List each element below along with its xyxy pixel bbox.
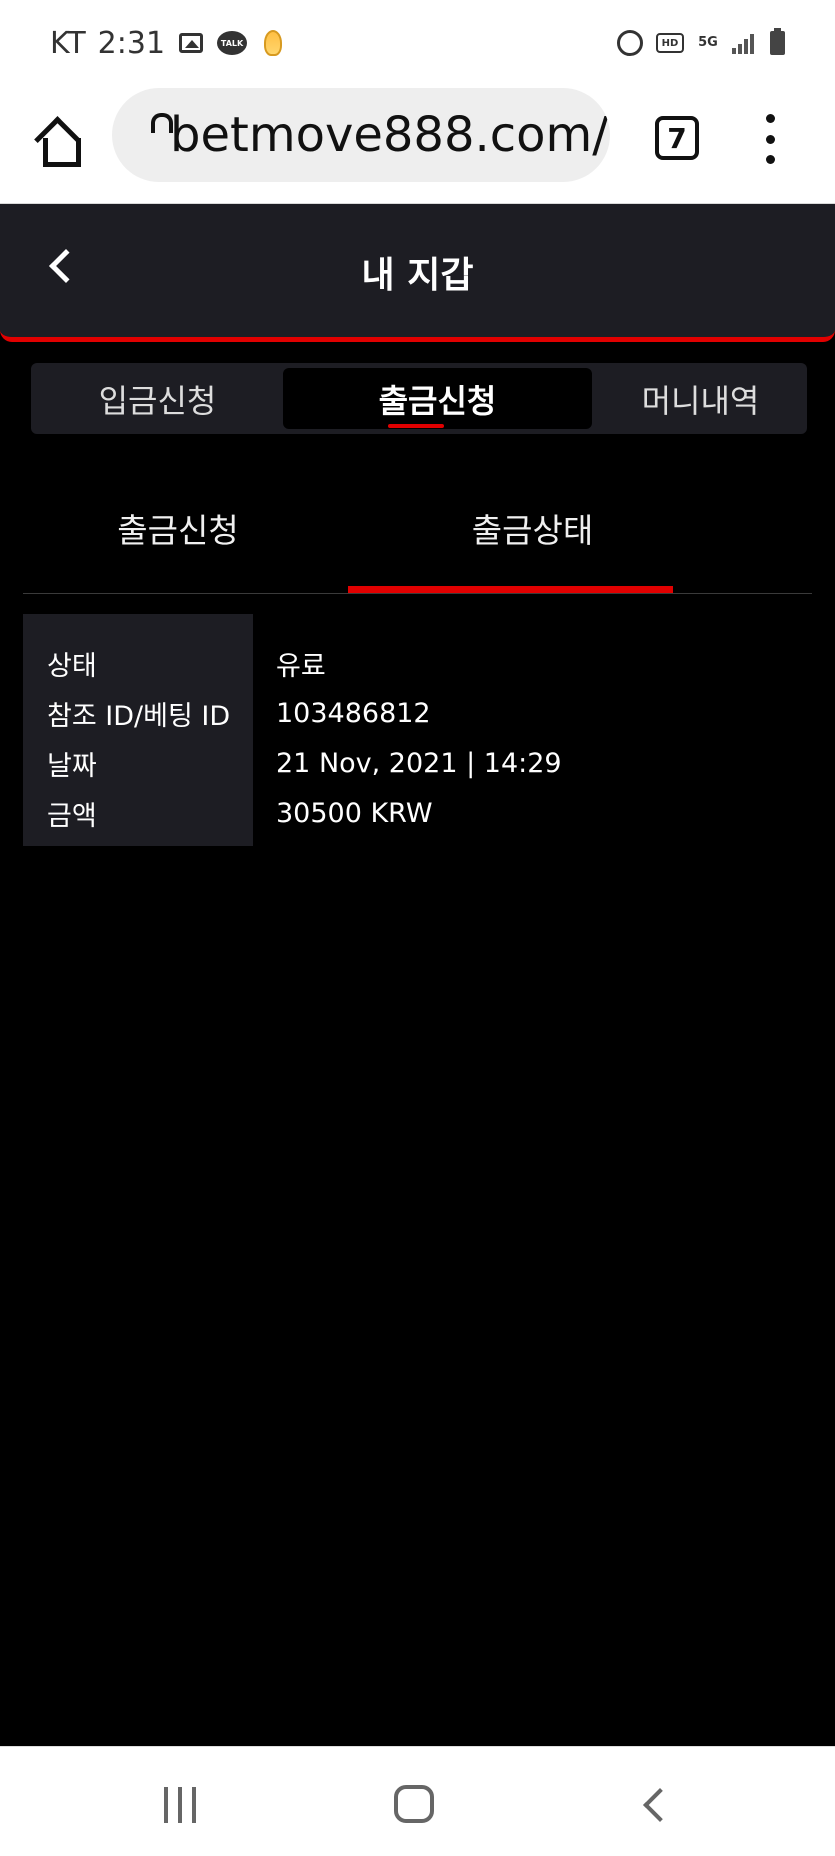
subtab-withdraw-request[interactable]: 출금신청 bbox=[60, 495, 296, 561]
page-title: 내 지갑 bbox=[361, 255, 474, 296]
carrier-label: KT bbox=[50, 25, 86, 61]
android-navigation-bar bbox=[0, 1746, 835, 1856]
flame-icon bbox=[259, 30, 287, 56]
recent-apps-icon[interactable] bbox=[158, 1787, 202, 1823]
amount-value: 30500 KRW bbox=[276, 797, 433, 829]
address-bar[interactable]: betmove888.com/l bbox=[112, 88, 610, 182]
subtabs-divider bbox=[23, 593, 812, 594]
5g-icon: 5G bbox=[698, 35, 718, 50]
back-icon[interactable] bbox=[640, 1786, 670, 1824]
reference-id-row: 참조 ID/베팅 ID 103486812 bbox=[23, 688, 812, 738]
tab-deposit-request[interactable]: 입금신청 bbox=[31, 368, 284, 429]
amount-row: 금액 30500 KRW bbox=[23, 788, 812, 838]
alarm-icon bbox=[616, 30, 644, 56]
talk-icon: TALK bbox=[217, 31, 248, 55]
home-icon bbox=[38, 123, 81, 167]
amount-label: 금액 bbox=[47, 800, 97, 832]
clock-time: 2:31 bbox=[97, 25, 166, 61]
date-label: 날짜 bbox=[47, 750, 97, 782]
system-status-bar: KT 2:31 TALK HD 5G bbox=[0, 0, 835, 86]
active-subtab-indicator bbox=[348, 586, 673, 593]
browser-toolbar: betmove888.com/l 7 bbox=[0, 86, 835, 204]
status-value: 유료 bbox=[276, 650, 326, 682]
more-vertical-icon bbox=[765, 155, 775, 164]
url-text: betmove888.com/l bbox=[170, 107, 610, 163]
wallet-header: 내 지갑 bbox=[0, 204, 835, 342]
status-label: 상태 bbox=[47, 650, 97, 682]
subtab-withdraw-status[interactable]: 출금상태 bbox=[370, 495, 695, 561]
reference-id-label: 참조 ID/베팅 ID bbox=[47, 700, 231, 732]
hd-icon: HD bbox=[656, 33, 684, 53]
active-main-tab-indicator bbox=[388, 424, 444, 428]
status-row: 상태 유료 bbox=[23, 638, 812, 688]
image-icon bbox=[177, 31, 205, 55]
browser-menu-button[interactable] bbox=[756, 110, 784, 168]
reference-id-value: 103486812 bbox=[276, 697, 431, 729]
home-icon[interactable] bbox=[394, 1785, 434, 1823]
withdraw-sub-tabs: 출금신청 출금상태 bbox=[23, 495, 812, 595]
more-vertical-icon bbox=[765, 134, 775, 144]
more-vertical-icon bbox=[765, 114, 775, 123]
withdrawal-status-details: 상태 유료 참조 ID/베팅 ID 103486812 날짜 21 Nov, 2… bbox=[23, 614, 812, 846]
tab-switcher-button[interactable]: 7 bbox=[655, 116, 699, 160]
tab-withdraw-request[interactable]: 출금신청 bbox=[283, 368, 592, 429]
status-left: KT 2:31 TALK bbox=[50, 26, 287, 61]
browser-home-button[interactable] bbox=[30, 114, 84, 168]
signal-icon bbox=[732, 32, 758, 54]
date-value: 21 Nov, 2021 | 14:29 bbox=[276, 747, 562, 779]
battery-icon bbox=[770, 28, 785, 55]
date-row: 날짜 21 Nov, 2021 | 14:29 bbox=[23, 738, 812, 788]
status-right: HD 5G bbox=[616, 28, 785, 56]
tab-money-history[interactable]: 머니내역 bbox=[594, 368, 807, 429]
